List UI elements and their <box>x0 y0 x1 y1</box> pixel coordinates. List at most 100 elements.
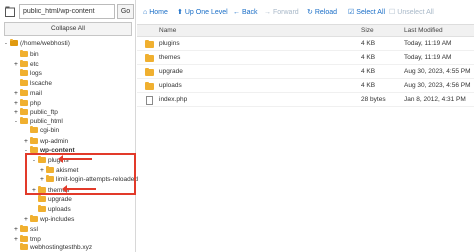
home-icon <box>10 39 18 46</box>
toolbar: ⌂ Home ⬆ Up One Level ← Back → Forward ↻ Reload ☑ S… <box>137 0 474 25</box>
folder-icon <box>20 89 28 96</box>
folder-icon <box>145 68 154 76</box>
tree-item-label: (/home/webhosti) <box>20 40 70 47</box>
folder-icon <box>145 82 154 90</box>
back-button[interactable]: ← Back <box>233 8 258 18</box>
tree-item-cgi-bin[interactable]: cgi-bin <box>24 126 59 136</box>
home-icon: ⌂ <box>143 9 148 16</box>
folder-icon <box>20 108 28 115</box>
tree-item-upgrade[interactable]: upgrade <box>32 195 72 205</box>
folder-icon <box>20 99 28 106</box>
folder-icon <box>20 235 28 242</box>
directory-tree-panel: Go Collapse All -(/home/webhosti) bin+etc… <box>0 0 138 252</box>
tree-item-label: etc <box>30 61 39 68</box>
select-all-icon: ☑ <box>348 9 355 16</box>
reload-icon: ↻ <box>307 9 313 16</box>
tree-item-label: lscache <box>30 80 53 87</box>
cell-size: 28 bytes <box>361 96 386 103</box>
reload-button[interactable]: ↻ Reload <box>307 8 337 18</box>
tree-item-label: upgrade <box>48 196 72 203</box>
up-level-icon: ⬆ <box>177 9 183 16</box>
tree-item-label: logs <box>30 70 42 77</box>
cell-name: themes <box>159 54 181 61</box>
list-header: Name Size Last Modified <box>137 25 474 37</box>
cell-modified: Today, 11:19 AM <box>404 40 452 47</box>
tree-item-ssl[interactable]: + ssl <box>14 224 38 234</box>
column-header-name[interactable]: Name <box>159 27 176 34</box>
home-folder-icon <box>5 6 15 17</box>
table-row[interactable]: themes 4 KB Today, 11:19 AM <box>137 52 474 65</box>
forward-icon: → <box>264 9 271 16</box>
tree-item-label: bin <box>30 51 39 58</box>
tree-item-etc[interactable]: + etc <box>14 59 39 69</box>
tree-item-label: tmp <box>30 236 41 243</box>
tree-item-label: wp-admin <box>40 138 69 145</box>
home-button[interactable]: ⌂ Home <box>143 8 168 18</box>
folder-icon <box>20 117 28 124</box>
annotation-arrow-plugins <box>62 158 92 160</box>
table-row[interactable]: uploads 4 KB Aug 30, 2023, 4:56 PM <box>137 80 474 93</box>
table-row[interactable]: upgrade 4 KB Aug 30, 2023, 4:55 PM <box>137 66 474 79</box>
tree-item-wp-includes[interactable]: + wp-includes <box>24 214 74 224</box>
table-row[interactable]: plugins 4 KB Today, 11:19 AM <box>137 38 474 51</box>
select-all-button[interactable]: ☑ Select All <box>348 8 385 18</box>
tree-item-label: ssl <box>30 226 38 233</box>
path-input[interactable] <box>19 4 115 19</box>
toolbar-label: Home <box>149 9 168 16</box>
toolbar-label: Back <box>242 9 258 16</box>
table-row[interactable]: index.php 28 bytes Jan 8, 2012, 4:31 PM <box>137 94 474 107</box>
toolbar-label: Up One Level <box>184 9 228 16</box>
tree-item-public-html[interactable]: - public_html <box>14 116 63 126</box>
forward-button[interactable]: → Forward <box>264 8 299 18</box>
go-button[interactable]: Go <box>117 4 134 19</box>
cell-name: upgrade <box>159 68 183 75</box>
folder-icon <box>38 195 46 202</box>
tree-item-label: public_html <box>30 118 63 125</box>
folder-icon <box>20 79 28 86</box>
folder-icon <box>145 40 154 48</box>
collapse-all-button[interactable]: Collapse All <box>4 22 132 36</box>
folder-icon <box>20 243 28 250</box>
cell-modified: Aug 30, 2023, 4:55 PM <box>404 68 471 75</box>
column-header-modified[interactable]: Last Modified <box>404 27 443 34</box>
column-header-size[interactable]: Size <box>361 27 374 34</box>
unselect-all-button[interactable]: ☐ Unselect All <box>389 8 434 18</box>
tree-item-label: webhostingtesthb.xyz <box>30 244 93 251</box>
toolbar-label: Reload <box>314 9 338 16</box>
cell-modified: Jan 8, 2012, 4:31 PM <box>404 96 466 103</box>
annotation-arrow-themes <box>66 188 96 190</box>
back-icon: ← <box>233 9 240 16</box>
toolbar-label: Select All <box>356 9 386 16</box>
cell-size: 4 KB <box>361 40 376 47</box>
cell-name: uploads <box>159 82 182 89</box>
cell-modified: Aug 30, 2023, 4:56 PM <box>404 82 471 89</box>
tree-item-mail[interactable]: + mail <box>14 88 42 98</box>
up-one-level-button[interactable]: ⬆ Up One Level <box>177 8 228 18</box>
folder-icon <box>38 205 46 212</box>
folder-icon <box>145 54 154 62</box>
tree-item-label: uploads <box>48 206 71 213</box>
folder-icon <box>30 215 38 222</box>
tree-item-label: php <box>30 100 41 107</box>
tree-item-label: cgi-bin <box>40 127 60 134</box>
cell-modified: Today, 11:19 AM <box>404 54 452 61</box>
cell-name: index.php <box>159 96 188 103</box>
tree-item-home-webhosti[interactable]: - (/home/webhosti) <box>4 38 70 48</box>
folder-icon <box>20 60 28 67</box>
unselect-all-icon: ☐ <box>389 9 396 16</box>
folder-icon <box>30 137 38 144</box>
folder-icon <box>20 69 28 76</box>
toolbar-label: Forward <box>273 9 299 16</box>
tree-item-label: mail <box>30 90 42 97</box>
tree-item-webhostingtesthb-xyz[interactable]: webhostingtesthb.xyz <box>14 243 92 252</box>
tree-item-logs[interactable]: logs <box>14 69 42 79</box>
php-file-icon <box>146 96 153 105</box>
tree-item-label: wp-includes <box>40 216 75 223</box>
folder-icon <box>20 50 28 57</box>
cell-name: plugins <box>159 40 180 47</box>
folder-icon <box>30 126 38 133</box>
folder-icon <box>20 225 28 232</box>
cell-size: 4 KB <box>361 82 376 89</box>
path-bar: Go <box>3 4 134 19</box>
cell-size: 4 KB <box>361 54 376 61</box>
